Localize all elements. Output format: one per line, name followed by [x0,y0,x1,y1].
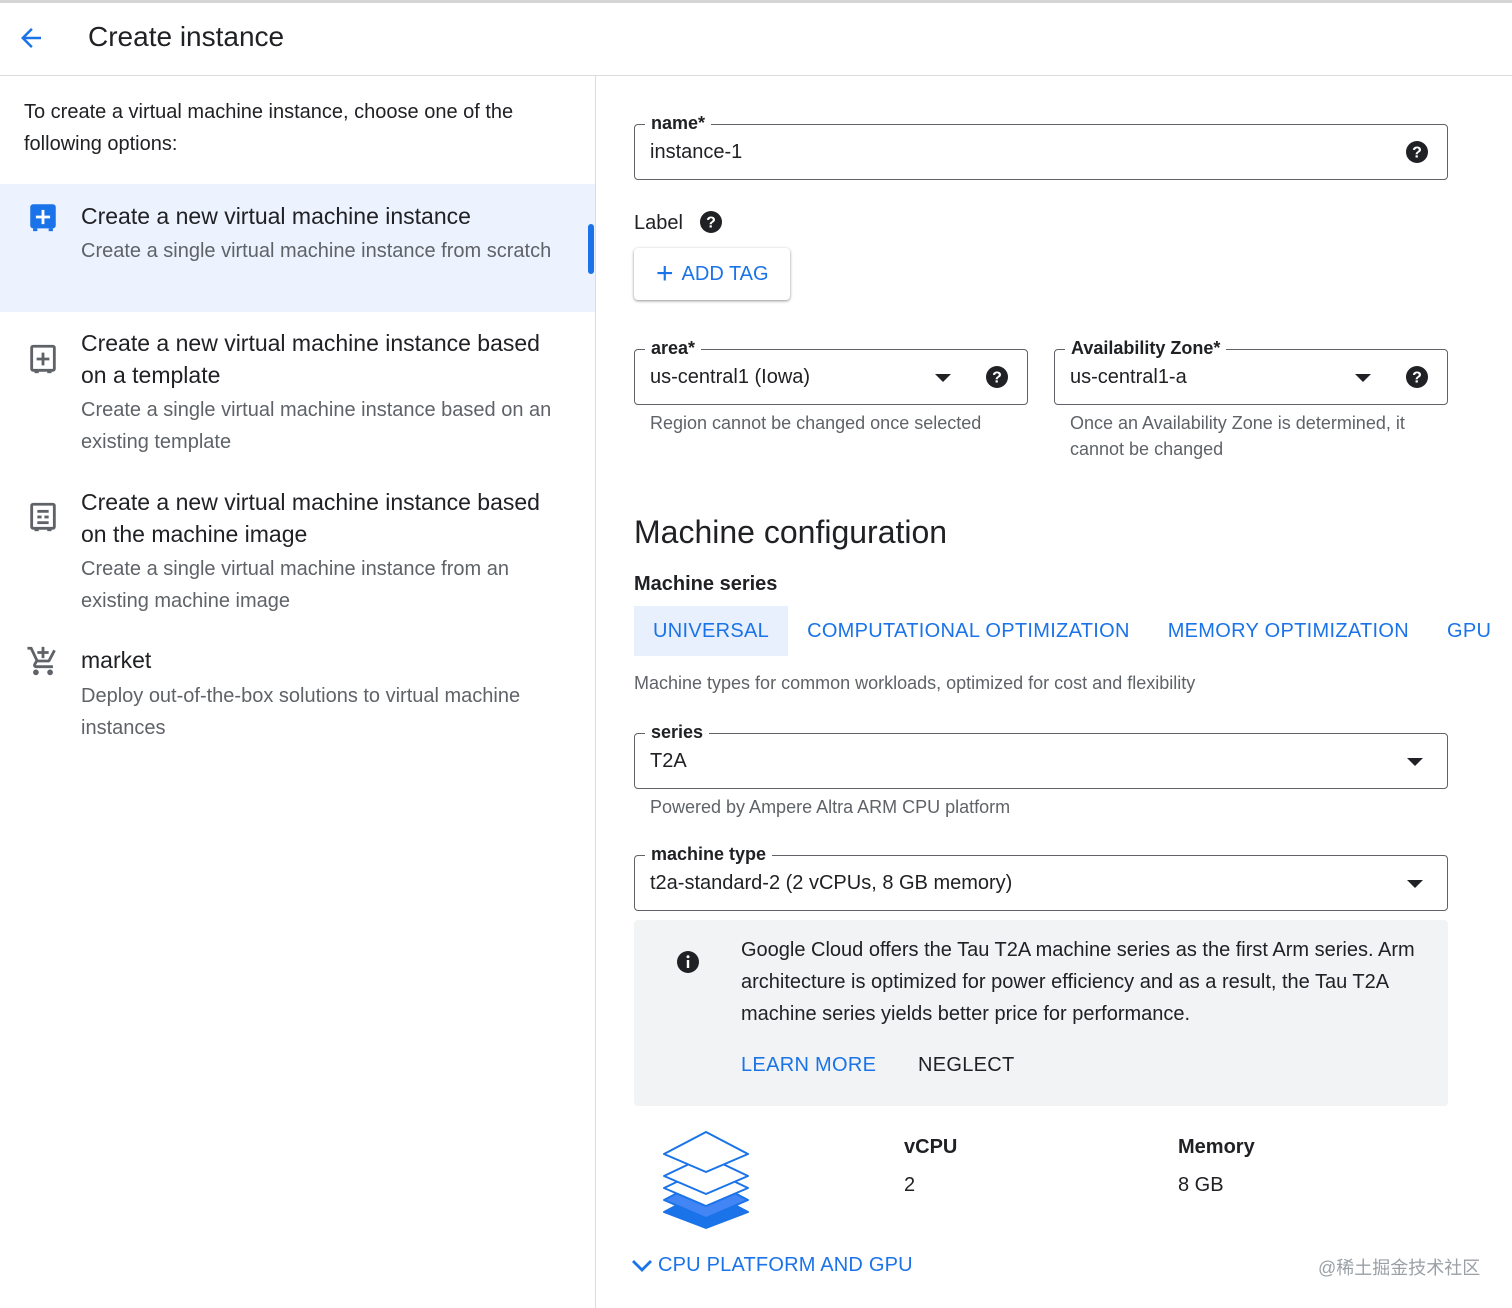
option-title: Create a new virtual machine instance ba… [81,330,540,388]
machine-config-title: Machine configuration [634,514,948,550]
option-new-instance[interactable]: Create a new virtual machine instance Cr… [0,184,595,312]
option-desc: Create a single virtual machine instance… [81,399,552,453]
machine-type-value: t2a-standard-2 (2 vCPUs, 8 GB memory) [650,872,1013,894]
svg-text:?: ? [1412,145,1422,162]
machine-stack-icon [663,1131,749,1229]
svg-text:?: ? [1412,370,1422,387]
series-select[interactable]: series T2A [634,719,1448,789]
area-select[interactable]: area* us-central1 (Iowa) ? [634,335,1028,405]
intro-text: To create a virtual machine instance, ch… [24,101,514,155]
option-title: market [81,647,152,673]
label-section: Label ? [634,210,723,235]
option-desc: Create a single virtual machine instance… [81,240,552,262]
help-icon[interactable]: ? [1405,365,1429,389]
learn-more-button[interactable]: LEARN MORE [741,1054,876,1077]
area-hint: Region cannot be changed once selected [650,413,982,433]
series-hint: Powered by Ampere Altra ARM CPU platform [650,797,1011,817]
memory-label: Memory [1178,1136,1255,1158]
chevron-down-icon [632,1260,652,1272]
neglect-button[interactable]: NEGLECT [918,1054,1015,1077]
area-label: area* [645,335,702,361]
dropdown-arrow-icon [935,374,951,382]
back-arrow-icon[interactable] [12,19,50,57]
add-tag-label: ADD TAG [681,262,769,285]
option-title: Create a new virtual machine instance ba… [81,489,540,547]
expander-label: CPU PLATFORM AND GPU [658,1253,913,1276]
option-from-machine-image[interactable]: Create a new virtual machine instance ba… [0,472,595,632]
template-icon [30,344,56,374]
cart-icon [27,646,56,676]
option-market[interactable]: market Deploy out-of-the-box solutions t… [0,632,595,752]
tab-computational-optimization[interactable]: COMPUTATIONAL OPTIMIZATION [788,606,1149,656]
option-desc: Create a single virtual machine instance… [81,558,509,612]
machine-image-icon [30,502,56,532]
tab-description: Machine types for common workloads, opti… [634,673,1196,693]
tab-universal[interactable]: UNIVERSAL [634,606,789,656]
add-box-icon [30,204,56,232]
help-icon[interactable]: ? [1405,140,1429,164]
top-bar: Create instance [0,0,1512,76]
option-desc: Deploy out-of-the-box solutions to virtu… [81,685,521,739]
zone-hint: Once an Availability Zone is determined,… [1070,413,1405,459]
tab-gpu[interactable]: GPU [1428,606,1510,656]
option-title: Create a new virtual machine instance [81,203,471,229]
vcpu-value: 2 [904,1174,916,1196]
page-title: Create instance [88,21,285,52]
zone-value: us-central1-a [1070,366,1187,388]
info-banner: Google Cloud offers the Tau T2A machine … [634,920,1448,1106]
zone-label: Availability Zone* [1065,335,1227,361]
name-field[interactable]: name* instance-1 ? [634,110,1448,180]
vcpu-label: vCPU [904,1136,958,1158]
memory-value: 8 GB [1178,1174,1224,1196]
info-icon [677,951,699,973]
options-panel: To create a virtual machine instance, ch… [0,76,596,1308]
info-text: Google Cloud offers the Tau T2A machine … [741,939,1415,1025]
dropdown-arrow-icon [1407,880,1423,888]
plus-icon: + [656,257,674,290]
watermark: @稀土掘金技术社区 [1318,1258,1481,1278]
zone-select[interactable]: Availability Zone* us-central1-a ? [1054,335,1448,405]
series-value: T2A [650,750,687,772]
selection-indicator [588,224,594,274]
tab-memory-optimization[interactable]: MEMORY OPTIMIZATION [1149,606,1428,656]
option-from-template[interactable]: Create a new virtual machine instance ba… [0,312,595,472]
series-label: series [645,719,710,745]
cpu-platform-expander[interactable]: CPU PLATFORM AND GPU [630,1253,913,1277]
help-icon[interactable]: ? [699,210,723,234]
machine-series-title: Machine series [634,573,778,595]
instance-form: name* instance-1 ? Label ? + ADD TAG are… [596,76,1512,1308]
name-label: name* [645,110,712,136]
dropdown-arrow-icon [1355,374,1371,382]
svg-text:?: ? [706,215,716,232]
add-tag-button[interactable]: + ADD TAG [634,248,790,300]
name-value[interactable]: instance-1 [650,138,742,166]
label-title: Label [634,212,683,234]
machine-series-tabs: UNIVERSAL COMPUTATIONAL OPTIMIZATION MEM… [634,606,1510,656]
svg-text:?: ? [992,370,1002,387]
help-icon[interactable]: ? [985,365,1009,389]
dropdown-arrow-icon [1407,758,1423,766]
machine-type-label: machine type [645,841,773,867]
machine-type-select[interactable]: machine type t2a-standard-2 (2 vCPUs, 8 … [634,841,1448,911]
area-value: us-central1 (Iowa) [650,366,811,388]
